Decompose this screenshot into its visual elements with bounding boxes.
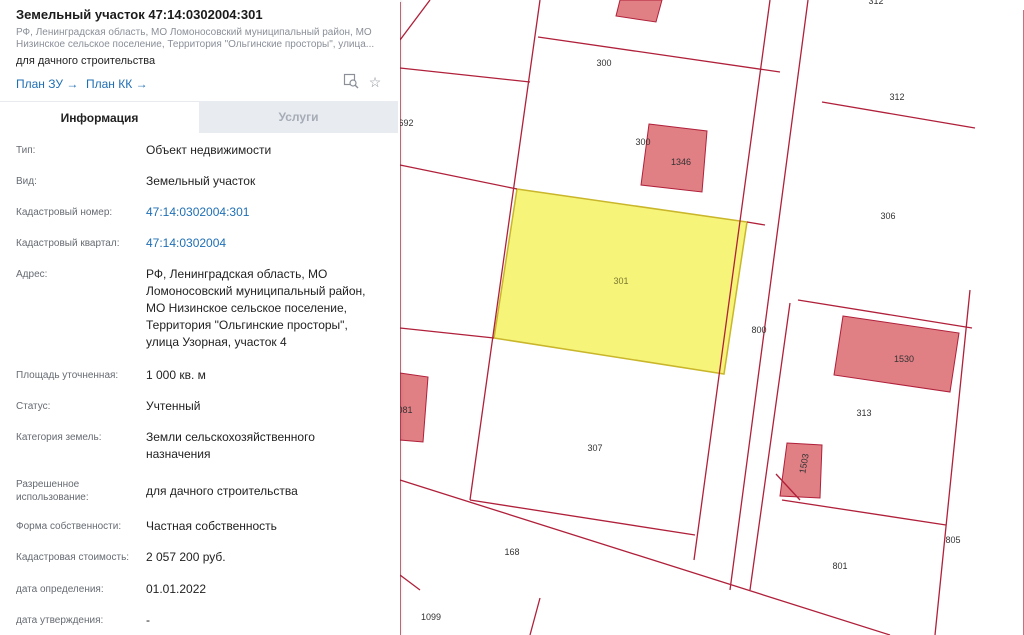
field-value: - <box>146 613 150 627</box>
parcel-title: Земельный участок 47:14:0302004:301 <box>16 7 263 22</box>
parcel-address-summary: РФ, Ленинградская область, МО Ломоносовс… <box>16 27 375 50</box>
map-label-312: 312 <box>889 92 904 102</box>
map-label-1099: 1099 <box>421 612 441 622</box>
map-label-301: 301 <box>613 276 628 286</box>
tab-information[interactable]: Информация <box>0 101 199 134</box>
map-label-300-b: 300 <box>635 137 650 147</box>
star-icon[interactable]: ☆ <box>366 73 384 91</box>
field-value: 1 000 кв. м <box>146 368 206 382</box>
map-label-313: 313 <box>856 408 871 418</box>
field-label: Площадь уточненная: <box>16 370 119 381</box>
tab-services[interactable]: Услуги <box>199 101 398 133</box>
map-label-1530: 1530 <box>894 354 914 364</box>
field-value: Земли сельскохозяйственного назначения <box>146 430 315 461</box>
map-label-801: 801 <box>832 561 847 571</box>
map-label-168: 168 <box>504 547 519 557</box>
map-label-1346: 1346 <box>671 157 691 167</box>
plan-zu-link[interactable]: План ЗУ → <box>16 77 78 91</box>
map-label-306: 306 <box>880 211 895 221</box>
plan-kk-link[interactable]: План КК → <box>86 77 148 91</box>
map-label-805: 805 <box>945 535 960 545</box>
map-label-800: 800 <box>751 325 766 335</box>
field-label: дата определения: <box>16 584 104 595</box>
cadastral-number-link[interactable]: 47:14:0302004:301 <box>146 204 376 221</box>
field-value: РФ, Ленинградская область, МО Ломоносовс… <box>146 267 366 349</box>
map-label-692: 692 <box>398 118 413 128</box>
field-label: Вид: <box>16 176 37 187</box>
cadastral-quarter-link[interactable]: 47:14:0302004 <box>146 235 376 252</box>
field-label: Тип: <box>16 145 36 156</box>
field-label: Кадастровый квартал: <box>16 238 120 249</box>
field-label: Категория земель: <box>16 432 102 443</box>
field-value: Учтенный <box>146 399 201 413</box>
field-label: Форма собственности: <box>16 521 122 532</box>
map-label-307: 307 <box>587 443 602 453</box>
field-label: Разрешенное использование: <box>16 479 89 503</box>
field-label: Кадастровая стоимость: <box>16 552 130 563</box>
field-value: Объект недвижимости <box>146 143 272 157</box>
field-value: Земельный участок <box>146 174 256 188</box>
map-label-312-top: 312 <box>868 0 883 6</box>
map-label-300: 300 <box>596 58 611 68</box>
field-label: Кадастровый номер: <box>16 207 113 218</box>
info-panel: Земельный участок 47:14:0302004:301 РФ, … <box>0 0 400 635</box>
find-on-map-icon[interactable] <box>342 73 360 91</box>
parcel-purpose: для дачного строительства <box>16 55 156 67</box>
field-label: Адрес: <box>16 269 48 280</box>
field-label: Статус: <box>16 401 51 412</box>
field-value: Частная собственность <box>146 519 277 533</box>
field-value: 2 057 200 руб. <box>146 550 226 564</box>
field-value: для дачного строительства <box>146 484 298 498</box>
field-label: дата утверждения: <box>16 615 104 626</box>
field-value: 01.01.2022 <box>146 582 207 596</box>
